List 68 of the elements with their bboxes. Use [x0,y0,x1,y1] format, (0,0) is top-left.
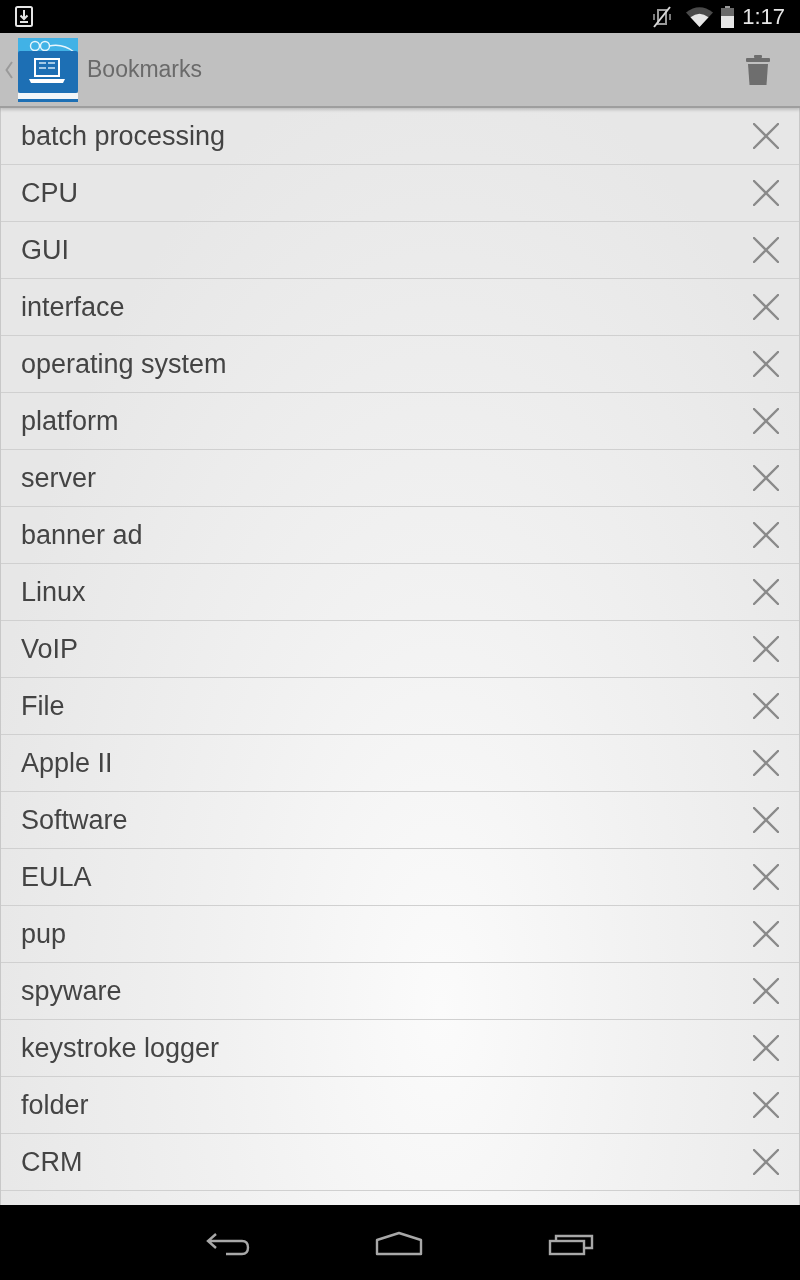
remove-button[interactable] [753,351,779,377]
remove-button[interactable] [753,522,779,548]
bookmark-title[interactable]: VoIP [21,633,79,665]
close-icon [753,465,779,491]
bookmark-title[interactable]: EULA [21,861,92,893]
remove-button[interactable] [753,237,779,263]
close-icon [753,807,779,833]
bookmark-title[interactable]: banner ad [21,519,143,551]
close-icon [753,978,779,1004]
home-icon[interactable] [375,1231,423,1256]
caret-icon[interactable] [5,60,13,79]
remove-button[interactable] [753,1035,779,1061]
status-time: 1:17 [742,5,785,28]
wifi-icon [686,6,714,27]
bookmark-title[interactable]: batch processing [21,120,226,152]
bookmark-title[interactable]: spyware [21,975,122,1007]
bookmark-title[interactable]: platform [21,405,119,437]
muted-icon [652,5,673,28]
remove-button[interactable] [753,465,779,491]
close-icon [753,864,779,890]
bookmark-title[interactable]: File [21,690,65,722]
remove-button[interactable] [753,579,779,605]
remove-button[interactable] [753,978,779,1004]
bookmark-title[interactable]: keystroke logger [21,1032,220,1064]
book-laptop-icon[interactable] [18,37,78,102]
remove-button[interactable] [753,750,779,776]
close-icon [753,522,779,548]
close-icon [753,921,779,947]
close-icon [753,408,779,434]
bookmark-title[interactable]: Apple II [21,747,113,779]
bookmark-title[interactable]: operating system [21,348,227,380]
bookmark-title[interactable]: folder [21,1089,89,1121]
remove-button[interactable] [753,294,779,320]
remove-button[interactable] [753,921,779,947]
remove-button[interactable] [753,123,779,149]
bookmark-title[interactable]: pup [21,918,67,950]
close-icon [753,750,779,776]
remove-button[interactable] [753,1149,779,1175]
close-icon [753,1092,779,1118]
download-icon [15,6,33,27]
remove-button[interactable] [753,1092,779,1118]
close-icon [753,351,779,377]
bookmark-title[interactable]: CPU [21,177,78,209]
remove-button[interactable] [753,693,779,719]
battery-icon [721,5,735,28]
remove-button[interactable] [753,636,779,662]
close-icon [753,636,779,662]
close-icon [753,693,779,719]
back-icon[interactable] [206,1231,250,1256]
remove-button[interactable] [753,807,779,833]
close-icon [753,1035,779,1061]
close-icon [753,1149,779,1175]
remove-button[interactable] [753,408,779,434]
remove-button[interactable] [753,180,779,206]
close-icon [753,123,779,149]
screen-title: Bookmarks [87,55,203,85]
close-icon [753,294,779,320]
trash-icon[interactable] [746,54,770,85]
bookmark-title[interactable]: CRM [21,1146,83,1178]
bookmark-title[interactable]: Software [21,804,128,836]
bookmark-title[interactable]: Linux [21,576,86,608]
remove-button[interactable] [753,864,779,890]
close-icon [753,180,779,206]
close-icon [753,579,779,605]
bookmark-title[interactable]: interface [21,291,125,323]
close-icon [753,237,779,263]
bookmark-title[interactable]: server [21,462,96,494]
bookmark-title[interactable]: GUI [21,234,69,266]
